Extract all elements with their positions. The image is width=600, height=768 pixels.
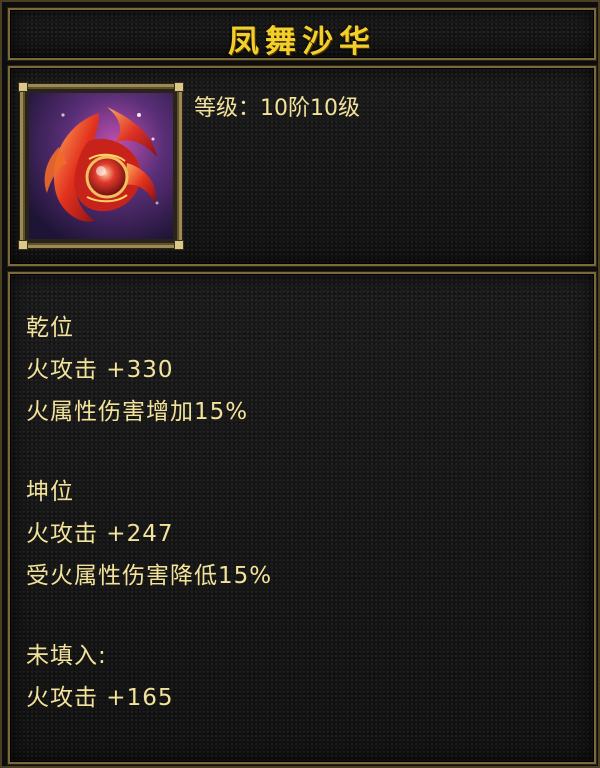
info-panel: 等级：10阶10级 bbox=[7, 65, 597, 267]
slot-empty-attack: 火攻击 +165 bbox=[26, 685, 174, 711]
item-level: 等级：10阶10级 bbox=[194, 90, 360, 122]
frame-corner bbox=[18, 240, 28, 250]
slot-empty-title: 未填入: bbox=[26, 643, 107, 669]
slot-kun-title: 坤位 bbox=[26, 479, 74, 505]
item-icon-slot bbox=[18, 82, 184, 250]
slot-qian-bonus: 火属性伤害增加15% bbox=[26, 399, 249, 425]
slot-qian-title: 乾位 bbox=[26, 315, 74, 341]
frame-corner bbox=[18, 82, 28, 92]
item-tooltip: 凤舞沙华 等级：10阶10级 乾位 火攻击 +330 火属性伤害增加15% 坤位… bbox=[0, 0, 600, 768]
level-label: 等级： bbox=[194, 96, 261, 121]
title-panel: 凤舞沙华 bbox=[7, 7, 597, 61]
slot-kun-bonus: 受火属性伤害降低15% bbox=[26, 563, 273, 589]
slot-qian-attack: 火攻击 +330 bbox=[26, 357, 174, 383]
level-value: 10阶10级 bbox=[260, 96, 361, 121]
item-name: 凤舞沙华 bbox=[228, 24, 376, 60]
frame-corner bbox=[174, 82, 184, 92]
frame-corner bbox=[174, 240, 184, 250]
stats-panel: 乾位 火攻击 +330 火属性伤害增加15% 坤位 火攻击 +247 受火属性伤… bbox=[7, 271, 597, 765]
slot-kun-attack: 火攻击 +247 bbox=[26, 521, 174, 547]
phoenix-feather-icon bbox=[29, 93, 173, 239]
